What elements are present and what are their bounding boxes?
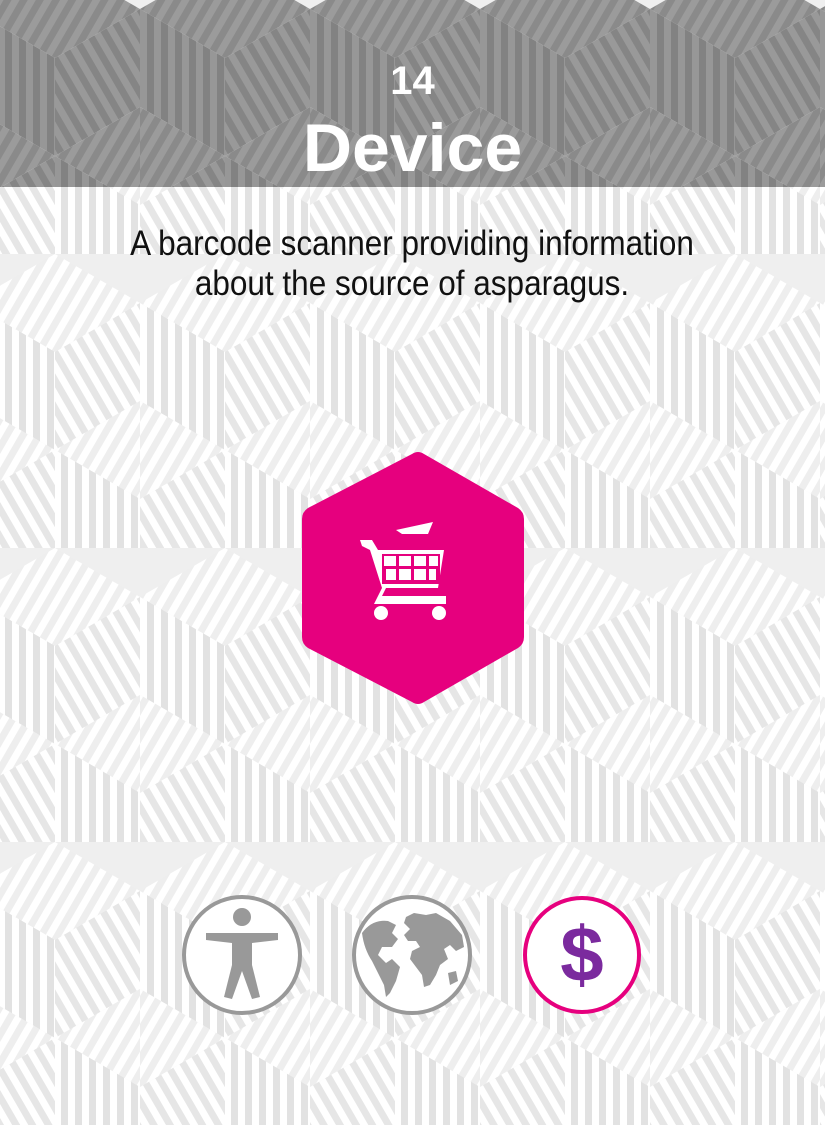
card-description: A barcode scanner providing information … (130, 224, 694, 303)
globe-icon (352, 895, 472, 1015)
card-number: 14 (390, 59, 435, 103)
card-title: Device (302, 110, 523, 186)
accessibility-person-icon (182, 895, 302, 1015)
svg-text:$: $ (560, 910, 603, 998)
card-header: 14 Device (0, 0, 825, 187)
dollar-icon: $ (523, 896, 641, 1014)
shopping-cart-hex-badge (302, 452, 524, 704)
